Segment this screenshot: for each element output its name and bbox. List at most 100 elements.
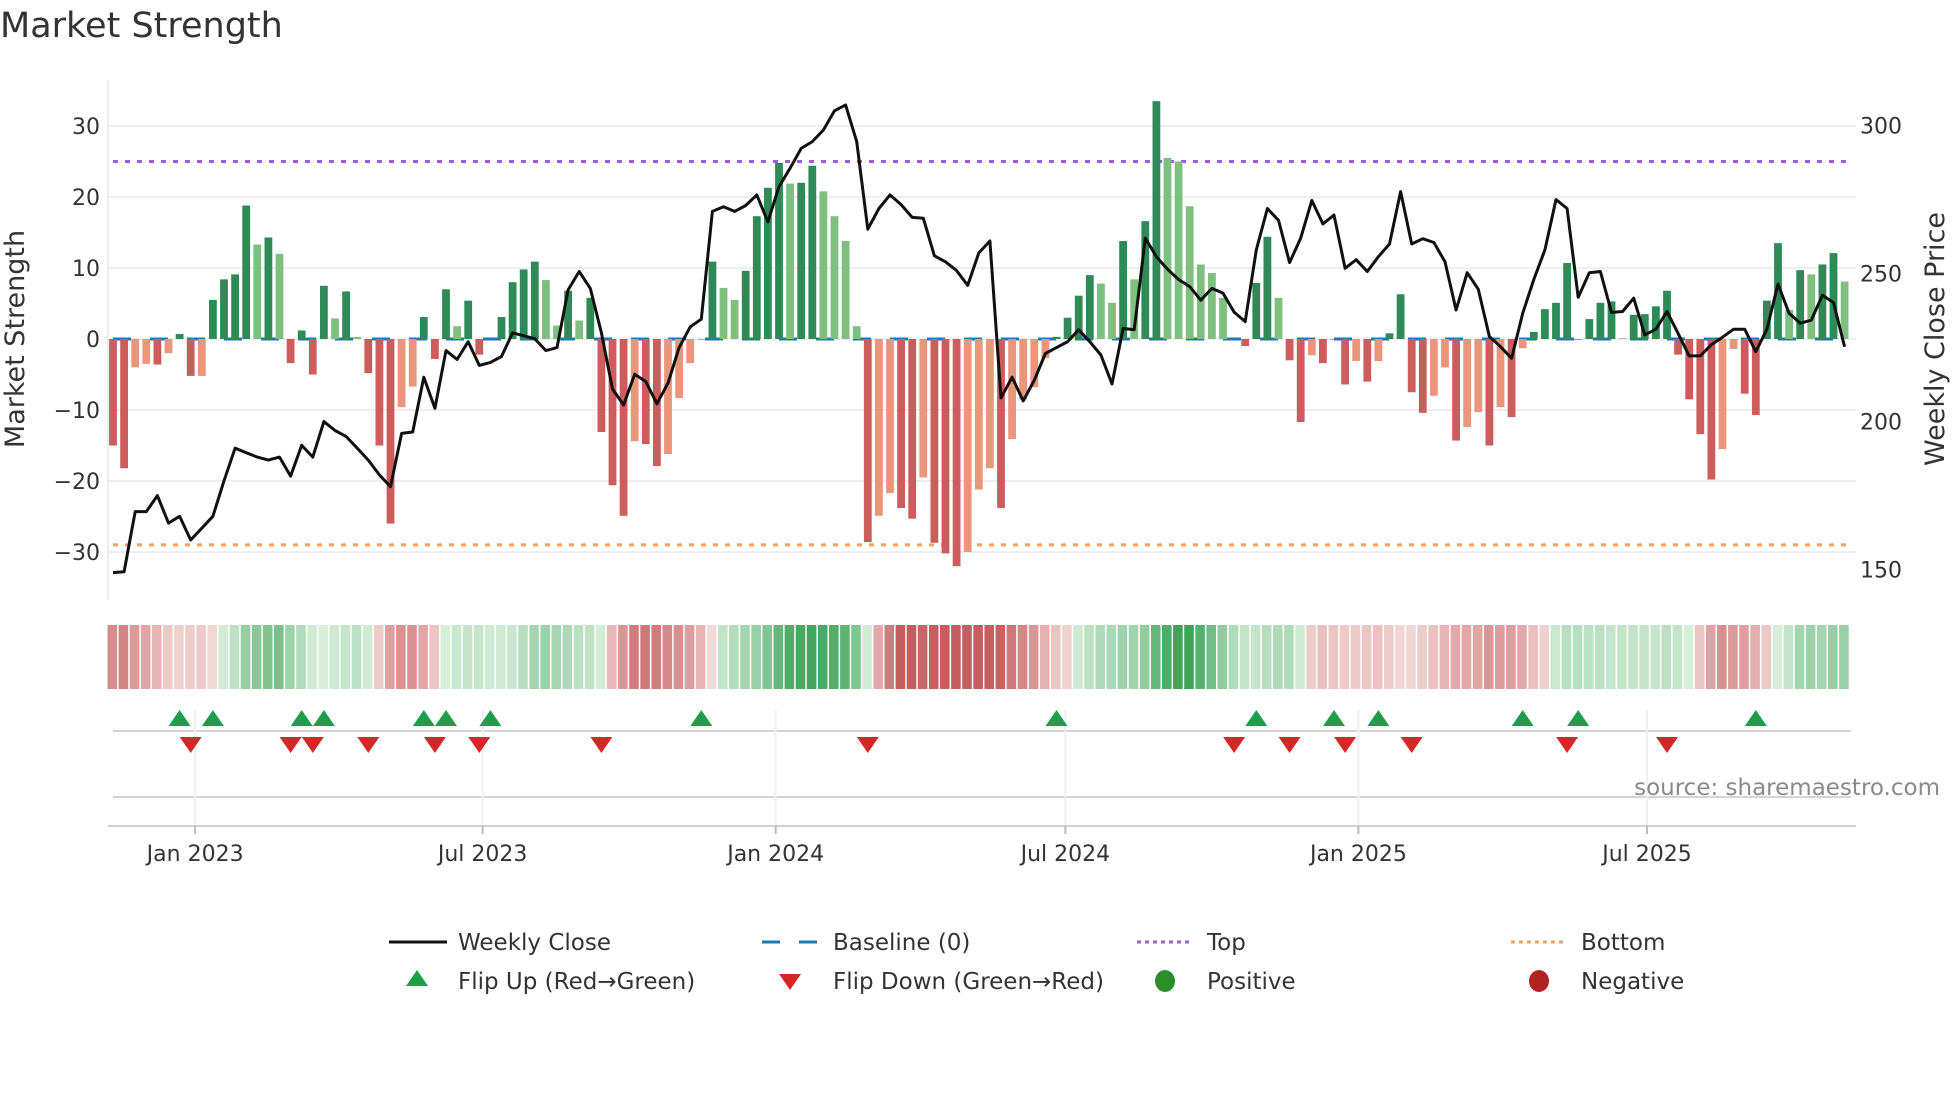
strength-bar-negative: [1718, 339, 1727, 450]
circle-icon: [1529, 970, 1549, 992]
strength-bar-positive: [264, 237, 273, 339]
strip-cell: [1239, 625, 1250, 689]
left-tick-label: −20: [54, 470, 100, 495]
legend-item[interactable]: Top: [1137, 930, 1246, 956]
strip-cell: [118, 625, 129, 689]
strength-bar-positive: [697, 339, 706, 340]
strip-cell: [484, 625, 495, 689]
strip-cell: [718, 625, 728, 689]
source-credit: source: sharemaestro.com: [1634, 775, 1940, 801]
strip-cell: [540, 625, 550, 689]
strength-bar-positive: [1119, 241, 1127, 339]
strip-cell: [817, 625, 828, 689]
strip-cell: [151, 625, 162, 689]
strip-cell: [906, 625, 917, 689]
strip-cell: [1694, 625, 1705, 689]
strip-cell: [762, 625, 772, 689]
strength-bar-positive: [353, 336, 362, 339]
strength-bar-positive: [231, 274, 239, 339]
strength-bar-positive: [1330, 339, 1338, 340]
strip-cell: [462, 625, 473, 689]
strip-cell: [473, 625, 484, 689]
legend-item[interactable]: Flip Down (Green→Red): [779, 969, 1104, 995]
strength-bar-negative: [1307, 339, 1316, 356]
strip-cell: [1561, 625, 1572, 689]
strength-bar-positive: [331, 318, 339, 339]
strength-bar-negative: [1430, 339, 1438, 396]
strength-bar-positive: [442, 289, 450, 339]
strength-bar-negative: [1296, 339, 1305, 423]
strip-cell: [1073, 625, 1083, 689]
strip-cell: [829, 625, 839, 689]
flip-down-marker: [468, 737, 491, 753]
strength-bar-negative: [1019, 339, 1028, 400]
legend-item[interactable]: Weekly Close: [389, 930, 611, 956]
strength-bar-negative: [408, 339, 417, 387]
strength-bar-negative: [1418, 339, 1427, 413]
strip-cell: [140, 625, 151, 689]
triangle-up-icon: [406, 970, 428, 986]
strength-bar-positive: [708, 261, 717, 339]
strip-cell: [1583, 625, 1594, 689]
left-tick-label: 20: [72, 186, 100, 211]
left-tick-label: 10: [72, 257, 100, 282]
legend-item[interactable]: Negative: [1529, 969, 1684, 995]
strength-bar-negative: [608, 339, 617, 486]
strength-bar-positive: [1174, 161, 1183, 339]
legend-item[interactable]: Baseline (0): [762, 930, 970, 956]
strip-cell: [1439, 625, 1450, 689]
strength-bar-positive: [253, 244, 262, 339]
strip-cell: [618, 625, 628, 689]
strip-cell: [318, 625, 328, 689]
strength-bar-positive: [1097, 283, 1105, 339]
strip-cell: [1483, 625, 1494, 689]
strength-bar-positive: [797, 182, 806, 339]
strength-bar-positive: [342, 291, 350, 339]
strength-bar-positive: [175, 334, 184, 339]
strength-bar-positive: [1252, 282, 1261, 339]
strip-cell: [1350, 625, 1361, 689]
legend-item[interactable]: Positive: [1155, 969, 1296, 995]
strip-cell: [1217, 625, 1228, 689]
flip-up-marker: [690, 710, 713, 726]
strip-cell: [629, 625, 639, 689]
strip-cell: [285, 625, 295, 689]
strength-bar-positive: [519, 269, 528, 339]
strip-cell: [584, 625, 595, 689]
x-tick-label: Jul 2023: [436, 842, 528, 867]
flip-panel: [113, 710, 1851, 826]
strip-cell: [1739, 625, 1749, 689]
strip-cell: [1384, 625, 1394, 689]
strip-cell: [851, 625, 861, 689]
strip-cell: [573, 625, 584, 689]
strength-bar-negative: [186, 339, 195, 376]
strip-cell: [1428, 625, 1438, 689]
strength-bar-positive: [1529, 331, 1538, 339]
strip-cell: [1828, 625, 1838, 689]
flip-down-marker: [423, 737, 446, 753]
strength-bar-negative: [109, 339, 117, 446]
legend-item[interactable]: Flip Up (Red→Green): [406, 969, 695, 995]
x-tick-label: Jan 2025: [1308, 842, 1407, 867]
strip-cell: [1395, 625, 1405, 689]
left-tick-label: −10: [54, 399, 100, 424]
strip-cell: [607, 625, 617, 689]
strip-cell: [673, 625, 684, 689]
strength-bar-negative: [1008, 339, 1016, 440]
strip-cell: [1406, 625, 1416, 689]
strength-bar-negative: [1729, 339, 1738, 349]
strip-cell: [1372, 625, 1383, 689]
strip-cell: [1650, 625, 1660, 689]
strength-bar-negative: [431, 339, 439, 359]
strength-bar-positive: [1618, 338, 1627, 339]
strength-bar-negative: [1474, 339, 1483, 413]
flip-down-marker: [590, 737, 613, 753]
legend-item[interactable]: Bottom: [1511, 930, 1665, 956]
strength-bar-negative: [630, 339, 639, 442]
strength-bar-negative: [286, 339, 295, 364]
right-tick-label: 300: [1860, 115, 1902, 140]
legend-label: Top: [1206, 930, 1246, 956]
strength-bar-positive: [1541, 309, 1549, 339]
regime-heat-strip: [107, 625, 1849, 689]
strip-cell: [1606, 625, 1616, 689]
